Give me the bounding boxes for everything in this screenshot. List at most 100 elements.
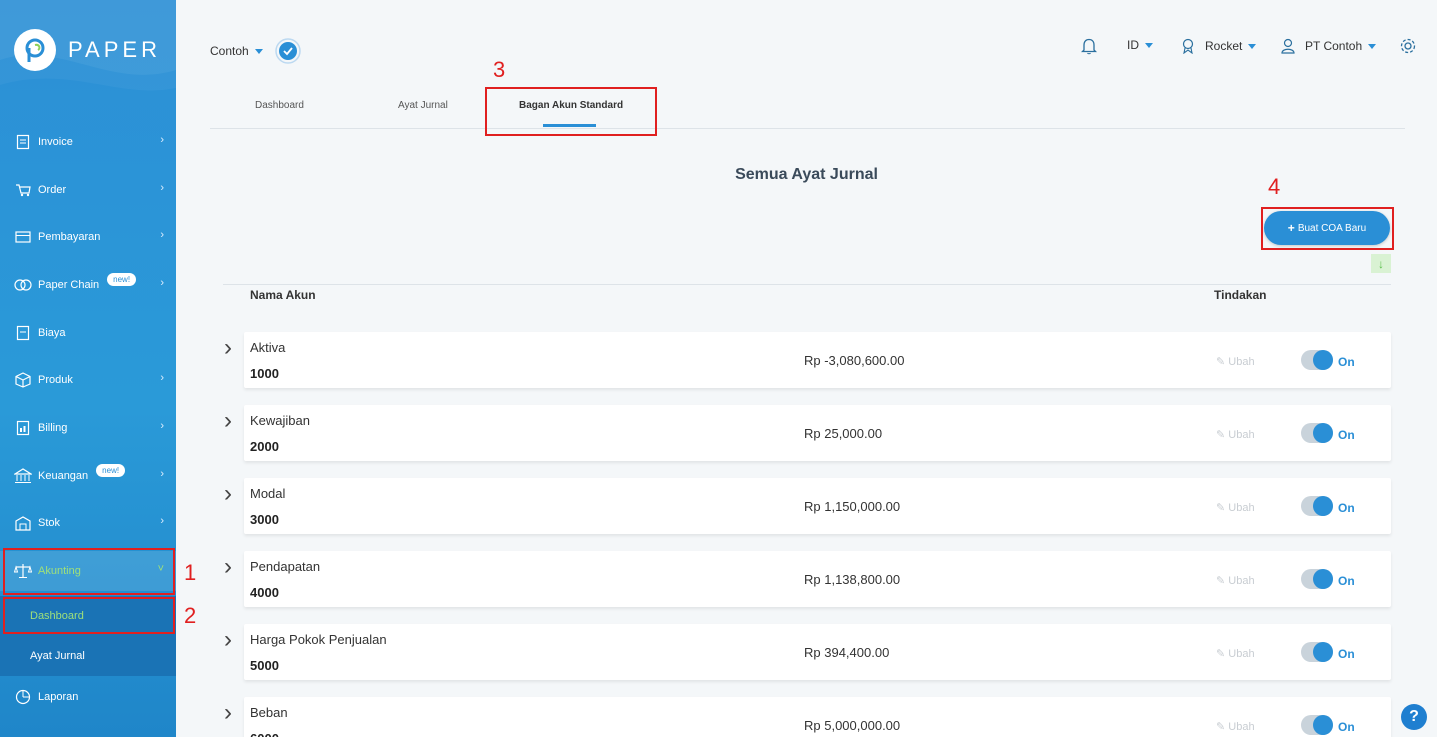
toggle-label: On (1338, 501, 1355, 515)
account-code: 2000 (250, 439, 279, 454)
edit-button[interactable]: ✎ Ubah (1216, 355, 1255, 368)
account-row[interactable]: Harga Pokok Penjualan 5000 Rp 394,400.00 ✎ … (244, 624, 1391, 680)
edit-label: Ubah (1228, 575, 1255, 587)
toggle-knob (1313, 350, 1333, 370)
account-code: 3000 (250, 512, 279, 527)
user-label: PT Contoh (1305, 39, 1363, 53)
edit-button[interactable]: ✎ Ubah (1216, 428, 1255, 441)
expand-chevron-icon[interactable]: › (224, 628, 232, 652)
pencil-icon: ✎ (1216, 356, 1226, 368)
user-menu[interactable]: PT Contoh (1281, 38, 1377, 54)
status-toggle[interactable] (1301, 715, 1333, 735)
toggle-knob (1313, 715, 1333, 735)
sidebar-item-label: Paper Chain (38, 279, 100, 291)
edit-label: Ubah (1228, 648, 1255, 660)
sidebar-item-produk[interactable]: Produk › (0, 360, 176, 400)
pencil-icon: ✎ (1216, 648, 1226, 660)
account-code: 5000 (250, 658, 279, 673)
sidebar-item-label: Pembayaran (38, 231, 101, 243)
caret-down-icon (254, 48, 263, 54)
account-row[interactable]: Aktiva 1000 Rp -3,080,600.00 ✎ Ubah On (244, 332, 1391, 388)
status-toggle[interactable] (1301, 350, 1333, 370)
expand-chevron-icon[interactable]: › (224, 555, 232, 579)
annotation-number: 1 (184, 560, 197, 585)
account-row[interactable]: Modal 3000 Rp 1,150,000.00 ✎ Ubah On (244, 478, 1391, 534)
caret-down-icon (1145, 42, 1153, 48)
edit-button[interactable]: ✎ Ubah (1216, 574, 1255, 587)
expand-chevron-icon[interactable]: › (224, 482, 232, 506)
edit-button[interactable]: ✎ Ubah (1216, 647, 1255, 660)
page-title: Semua Ayat Jurnal (735, 166, 878, 183)
column-header-actions: Tindakan (1214, 288, 1267, 302)
billing-icon (14, 419, 32, 437)
sidebar-item-keuangan[interactable]: Keuangan new! › (0, 456, 176, 496)
brand-logo[interactable]: PAPER (14, 28, 161, 72)
expand-chevron-icon[interactable]: › (224, 336, 232, 360)
notifications-button[interactable] (1081, 37, 1097, 55)
sidebar-item-biaya[interactable]: Biaya (0, 313, 176, 353)
plan-selector[interactable]: Rocket (1181, 38, 1257, 54)
annotation-box-create (1261, 207, 1394, 250)
toggle-knob (1313, 642, 1333, 662)
sidebar-item-label: Order (38, 184, 67, 196)
sidebar-item-paper-chain[interactable]: Paper Chain new! › (0, 265, 176, 305)
pencil-icon: ✎ (1216, 575, 1226, 587)
document-icon (14, 133, 32, 151)
edit-label: Ubah (1228, 502, 1255, 514)
company-selector[interactable]: Contoh (210, 38, 301, 64)
sidebar-subitem-label: Ayat Jurnal (30, 650, 85, 662)
account-balance: Rp 394,400.00 (804, 645, 890, 660)
edit-label: Ubah (1228, 721, 1255, 733)
gear-icon (1400, 38, 1416, 54)
status-toggle[interactable] (1301, 423, 1333, 443)
status-toggle[interactable] (1301, 569, 1333, 589)
sidebar-item-invoice[interactable]: Invoice › (0, 122, 176, 162)
tabs-divider (210, 128, 1405, 129)
language-label: ID (1127, 38, 1139, 52)
edit-button[interactable]: ✎ Ubah (1216, 720, 1255, 733)
caret-down-icon (1368, 43, 1377, 49)
rocket-icon (1182, 38, 1194, 54)
new-badge: new! (107, 272, 137, 286)
settings-button[interactable] (1399, 37, 1417, 55)
account-name: Modal (250, 486, 286, 501)
tab-dashboard[interactable]: Dashboard (255, 100, 304, 111)
sidebar-item-billing[interactable]: Billing › (0, 408, 176, 448)
toggle-label: On (1338, 574, 1355, 588)
account-code: 4000 (250, 585, 279, 600)
sidebar-item-laporan[interactable]: Laporan (0, 677, 176, 717)
verified-check-icon (274, 38, 301, 64)
receipt-icon (14, 324, 32, 342)
help-button[interactable]: ? (1401, 704, 1427, 730)
paper-logo-icon (14, 29, 56, 71)
tab-ayat-jurnal[interactable]: Ayat Jurnal (398, 100, 448, 111)
sidebar-subitem-ayat-jurnal[interactable]: Ayat Jurnal (0, 636, 176, 676)
pencil-icon: ✎ (1216, 721, 1226, 733)
account-code: 6000 (250, 731, 279, 737)
status-toggle[interactable] (1301, 642, 1333, 662)
download-icon[interactable]: ↓ (1371, 254, 1391, 273)
edit-button[interactable]: ✎ Ubah (1216, 501, 1255, 514)
sidebar-item-label: Invoice (38, 136, 73, 148)
expand-chevron-icon[interactable]: › (224, 409, 232, 433)
account-row[interactable]: Pendapatan 4000 Rp 1,138,800.00 ✎ Ubah On (244, 551, 1391, 607)
chevron-right-icon: › (160, 372, 164, 384)
toggle-knob (1313, 569, 1333, 589)
account-balance: Rp 5,000,000.00 (804, 718, 901, 733)
account-row[interactable]: Kewajiban 2000 Rp 25,000.00 ✎ Ubah On (244, 405, 1391, 461)
pie-chart-icon (14, 688, 32, 706)
expand-chevron-icon[interactable]: › (224, 701, 232, 725)
chevron-right-icon: › (160, 468, 164, 480)
language-selector[interactable]: ID (1127, 38, 1153, 52)
account-row[interactable]: Beban 6000 Rp 5,000,000.00 ✎ Ubah On (244, 697, 1391, 737)
pencil-icon: ✎ (1216, 502, 1226, 514)
brand-name: PAPER (68, 37, 161, 62)
company-selector-label: Contoh (210, 44, 249, 58)
status-toggle[interactable] (1301, 496, 1333, 516)
sidebar-item-pembayaran[interactable]: Pembayaran › (0, 217, 176, 257)
edit-label: Ubah (1228, 429, 1255, 441)
account-name: Pendapatan (250, 559, 321, 574)
account-balance: Rp 25,000.00 (804, 426, 883, 441)
sidebar-item-stok[interactable]: Stok › (0, 503, 176, 543)
table-header-divider (223, 284, 1391, 285)
